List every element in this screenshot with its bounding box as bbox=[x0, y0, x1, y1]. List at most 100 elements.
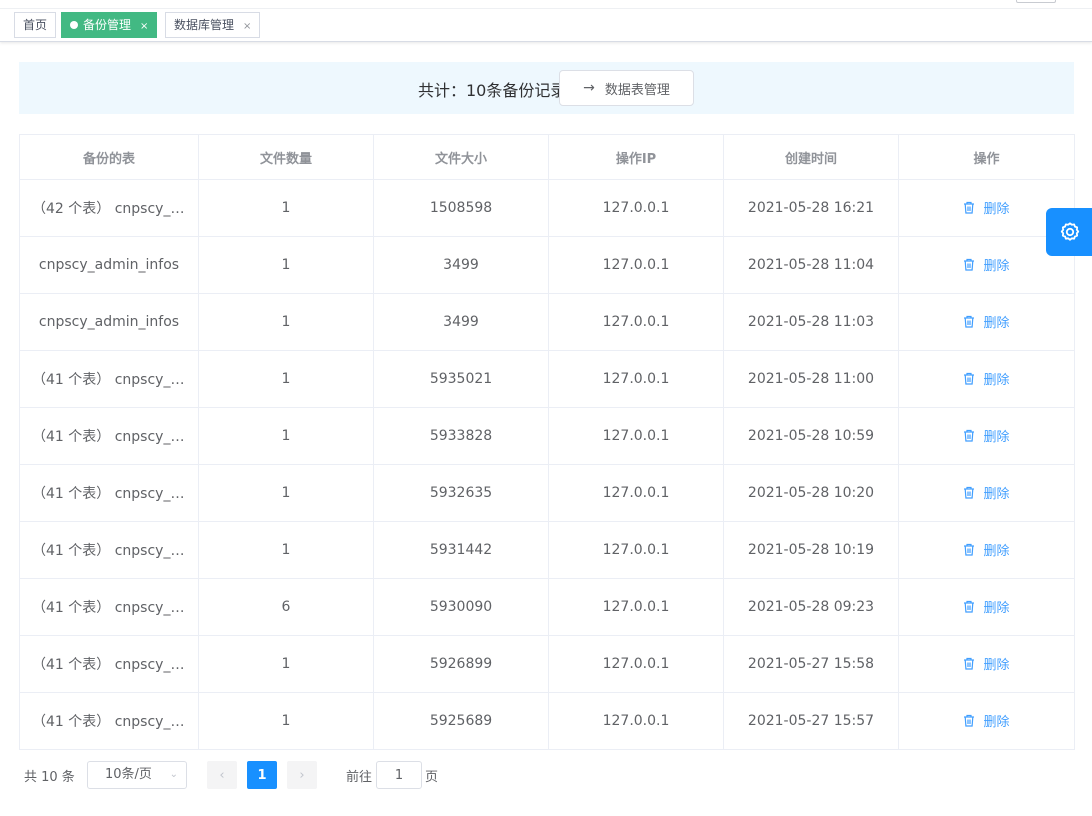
cell-file-count: 1 bbox=[198, 692, 374, 750]
trash-icon bbox=[964, 486, 975, 499]
tab-home[interactable]: 首页 bbox=[14, 12, 57, 38]
cell-file-size: 5932635 bbox=[373, 464, 549, 522]
cell-actions: 删除 bbox=[898, 464, 1075, 522]
cell-file-size: 5933828 bbox=[373, 407, 549, 465]
cell-created-time: 2021-05-27 15:58 bbox=[723, 635, 899, 693]
trash-icon bbox=[964, 600, 975, 613]
cell-tables: （41 个表） cnpscy_admin_infos bbox=[19, 578, 199, 636]
cell-file-count: 1 bbox=[198, 464, 374, 522]
goto-page-input[interactable] bbox=[376, 761, 422, 789]
page-size-value: 10条/页 bbox=[105, 767, 152, 782]
next-page-button[interactable]: › bbox=[287, 761, 317, 789]
tab-backup-management-label: 备份管理 bbox=[83, 18, 132, 32]
cell-actions: 删除 bbox=[898, 521, 1075, 579]
delete-button[interactable]: 删除 bbox=[963, 369, 1010, 388]
cell-tables: （42 个表） cnpscy_admin_infos bbox=[19, 179, 199, 237]
header-dropdown-edge[interactable] bbox=[1016, 0, 1056, 3]
cell-file-size: 5926899 bbox=[373, 635, 549, 693]
cell-ip: 127.0.0.1 bbox=[548, 521, 724, 579]
table-row: （41 个表） cnpscy_admin_infos65930090127.0.… bbox=[19, 578, 1075, 636]
column-header-ip: 操作IP bbox=[548, 134, 724, 180]
table-row: （42 个表） cnpscy_admin_infos11508598127.0.… bbox=[19, 179, 1075, 237]
cell-file-count: 1 bbox=[198, 293, 374, 351]
cell-file-size: 1508598 bbox=[373, 179, 549, 237]
backup-table: 备份的表 文件数量 文件大小 操作IP 创建时间 操作 （42 个表） cnps… bbox=[19, 134, 1075, 750]
cell-ip: 127.0.0.1 bbox=[548, 407, 724, 465]
cell-ip: 127.0.0.1 bbox=[548, 635, 724, 693]
tab-backup-management[interactable]: 备份管理 × bbox=[61, 12, 158, 39]
gear-icon bbox=[1060, 222, 1080, 241]
table-row: （41 个表） cnpscy_admin_infos15933828127.0.… bbox=[19, 407, 1075, 465]
table-row: （41 个表） cnpscy_admin_infos15932635127.0.… bbox=[19, 464, 1075, 522]
trash-icon bbox=[964, 372, 975, 385]
cell-ip: 127.0.0.1 bbox=[548, 179, 724, 237]
delete-button[interactable]: 删除 bbox=[963, 255, 1010, 274]
delete-button-label: 删除 bbox=[983, 544, 1010, 559]
delete-button[interactable]: 删除 bbox=[963, 711, 1010, 730]
cell-actions: 删除 bbox=[898, 692, 1075, 750]
chevron-down-icon: ⌄ bbox=[169, 769, 178, 780]
column-header-actions: 操作 bbox=[898, 134, 1075, 180]
delete-button-label: 删除 bbox=[983, 601, 1010, 616]
cell-actions: 删除 bbox=[898, 635, 1075, 693]
goto-label: 前往 bbox=[346, 770, 373, 785]
close-icon[interactable]: × bbox=[140, 15, 148, 39]
delete-button[interactable]: 删除 bbox=[963, 426, 1010, 445]
trash-icon bbox=[964, 201, 975, 214]
cell-tables: cnpscy_admin_infos bbox=[19, 236, 199, 294]
cell-created-time: 2021-05-28 11:03 bbox=[723, 293, 899, 351]
cell-file-size: 3499 bbox=[373, 293, 549, 351]
chevron-right-icon: › bbox=[299, 767, 305, 783]
close-icon[interactable]: × bbox=[243, 15, 251, 39]
cell-tables: （41 个表） cnpscy_admin_infos bbox=[19, 692, 199, 750]
column-header-tables: 备份的表 bbox=[19, 134, 199, 180]
cell-file-count: 6 bbox=[198, 578, 374, 636]
cell-file-size: 5931442 bbox=[373, 521, 549, 579]
delete-button-label: 删除 bbox=[983, 202, 1010, 217]
cell-file-count: 1 bbox=[198, 407, 374, 465]
delete-button[interactable]: 删除 bbox=[963, 654, 1010, 673]
cell-tables: （41 个表） cnpscy_admin_infos bbox=[19, 521, 199, 579]
cell-file-count: 1 bbox=[198, 236, 374, 294]
delete-button[interactable]: 删除 bbox=[963, 198, 1010, 217]
table-header: 备份的表 文件数量 文件大小 操作IP 创建时间 操作 bbox=[19, 134, 1075, 180]
cell-file-count: 1 bbox=[198, 350, 374, 408]
trash-icon bbox=[964, 429, 975, 442]
settings-button[interactable] bbox=[1046, 208, 1092, 256]
table-row: （41 个表） cnpscy_admin_infos15931442127.0.… bbox=[19, 521, 1075, 579]
tab-database-management[interactable]: 数据库管理 × bbox=[165, 12, 261, 39]
cell-ip: 127.0.0.1 bbox=[548, 350, 724, 408]
delete-button-label: 删除 bbox=[983, 430, 1010, 445]
delete-button[interactable]: 删除 bbox=[963, 540, 1010, 559]
page-number-current[interactable]: 1 bbox=[247, 761, 277, 789]
table-body: （42 个表） cnpscy_admin_infos11508598127.0.… bbox=[19, 179, 1075, 750]
delete-button-label: 删除 bbox=[983, 487, 1010, 502]
table-row: （41 个表） cnpscy_admin_infos15926899127.0.… bbox=[19, 635, 1075, 693]
active-dot-icon bbox=[70, 21, 78, 29]
tab-database-management-label: 数据库管理 bbox=[174, 18, 235, 32]
total-count: 共 10 条 bbox=[24, 770, 75, 785]
table-management-button[interactable]: → 数据表管理 bbox=[559, 70, 694, 106]
cell-tables: （41 个表） cnpscy_admin_infos bbox=[19, 407, 199, 465]
cell-ip: 127.0.0.1 bbox=[548, 236, 724, 294]
chevron-left-icon: ‹ bbox=[219, 767, 225, 783]
table-row: cnpscy_admin_infos 1 3499 127.0.0.1 2021-05-… bbox=[19, 236, 1075, 294]
tags-view-bar: 首页 备份管理 × 数据库管理 × bbox=[0, 0, 1092, 42]
table-row: cnpscy_admin_infos 1 3499 127.0.0.1 2021-05-… bbox=[19, 293, 1075, 351]
delete-button[interactable]: 删除 bbox=[963, 597, 1010, 616]
delete-button-label: 删除 bbox=[983, 316, 1010, 331]
page-unit-label: 页 bbox=[425, 770, 439, 785]
delete-button[interactable]: 删除 bbox=[963, 312, 1010, 331]
cell-actions: 删除 bbox=[898, 578, 1075, 636]
prev-page-button[interactable]: ‹ bbox=[207, 761, 237, 789]
cell-file-size: 5925689 bbox=[373, 692, 549, 750]
page-number-label: 1 bbox=[257, 767, 267, 783]
cell-created-time: 2021-05-27 15:57 bbox=[723, 692, 899, 750]
cell-tables: （41 个表） cnpscy_admin_infos bbox=[19, 350, 199, 408]
trash-icon bbox=[964, 315, 975, 328]
delete-button-label: 删除 bbox=[983, 259, 1010, 274]
column-header-created-time: 创建时间 bbox=[723, 134, 899, 180]
cell-created-time: 2021-05-28 09:23 bbox=[723, 578, 899, 636]
delete-button[interactable]: 删除 bbox=[963, 483, 1010, 502]
page-size-select[interactable]: 10条/页 ⌄ bbox=[87, 761, 187, 789]
